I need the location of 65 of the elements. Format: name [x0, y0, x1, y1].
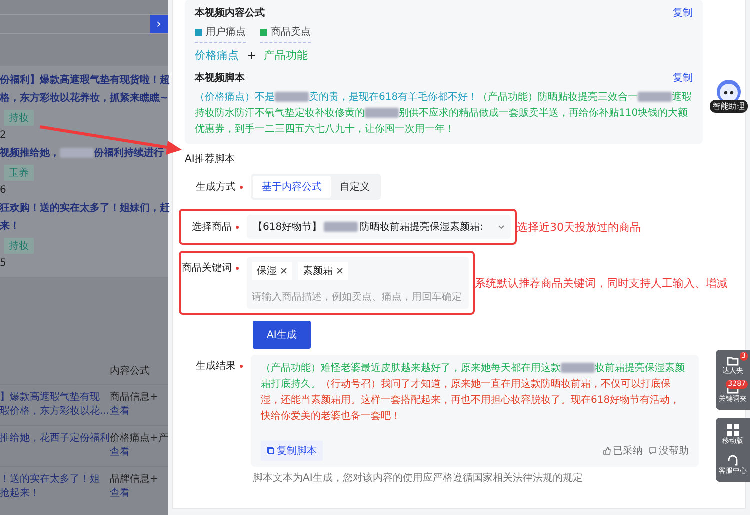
grid-icon [727, 424, 739, 436]
legend-swatch [260, 28, 267, 36]
legend-label: 商品卖点 [271, 26, 311, 39]
chevron-down-icon [498, 224, 505, 230]
formula-item: 价格痛点 [195, 48, 239, 63]
close-icon[interactable] [281, 268, 287, 274]
table-cell-text: ！送的实在太多了！姐 [0, 473, 101, 487]
tag: 持妆 [4, 110, 34, 126]
close-icon[interactable] [337, 268, 343, 274]
legend-swatch [195, 28, 202, 36]
expand-button[interactable]: › [150, 15, 168, 33]
annotation-note: 系统默认推荐商品关键词，同时支持人工输入、增减 [475, 276, 728, 290]
redaction-blur [324, 222, 358, 232]
video-title[interactable]: 来！ [0, 221, 20, 232]
mode-tab[interactable]: 基于内容公式 [253, 176, 331, 198]
unhelpful-button[interactable]: 没帮助 [643, 444, 689, 458]
copy-link[interactable]: 复制 [673, 6, 693, 20]
copy-link[interactable]: 复制 [673, 71, 693, 85]
field-label: 生成结果 [196, 360, 236, 373]
field-label: 商品关键词 [182, 262, 232, 275]
folder-icon [727, 356, 739, 366]
table-cell-text: 】爆款高遮瑕气垫有现 [0, 391, 101, 405]
adopted-button[interactable]: 已采纳 [597, 444, 643, 458]
table-cell-text: 价格痛点+产 [110, 432, 170, 446]
disclaimer-text: 脚本文本为AI生成，您对该内容的使用应严格遵循国家相关法律法规的规定 [253, 472, 584, 485]
view-link[interactable]: 查看 [110, 488, 130, 499]
video-title[interactable]: 份福利持续进行 [94, 148, 164, 159]
assistant-label[interactable]: 智能助理 [710, 100, 748, 113]
section-title: 本视频内容公式 [195, 6, 265, 20]
plus-sign: + [247, 49, 256, 62]
product-select[interactable]: 【618好物节】 防晒妆前霜提亮保湿素颜霜: [247, 215, 511, 239]
tag: 玉养 [4, 165, 34, 181]
copy-icon [267, 447, 275, 455]
table-cell: 瑕价格，东方彩妆以花... [0, 405, 110, 419]
section-title: 本视频脚本 [195, 72, 245, 85]
thumbs-up-icon [603, 447, 611, 455]
script-paragraph: （产品功能）难怪老婆最近皮肤越来越好了，原来她每天都在用这款 妆前霜提亮保湿素颜霜打底持久。（行动号召）我问了才知道，原来她一直在用这款防晒妆前霜，不仅可以打底保湿，还能当素颜霜用。这样一套搭配起来，再也不用担心妆容脱妆了。现在618好物节有活动，快给你爱美的老婆也备一套吧！ [261, 362, 686, 424]
keyword-tag: 素颜霜 [298, 262, 348, 280]
redaction-blur [60, 148, 94, 158]
column-header: 内容公式 [110, 364, 151, 378]
formula-item: 产品功能 [264, 48, 308, 63]
table-cell-text: 品牌信息+ [110, 473, 160, 487]
tag: 持妆 [4, 238, 34, 254]
generate-button[interactable]: AI生成 [253, 321, 311, 349]
keyword-tag: 保湿 [252, 262, 292, 280]
count-text: 2 [0, 130, 8, 141]
comment-icon [649, 447, 657, 455]
headset-icon [727, 454, 739, 466]
table-cell-text: 商品信息+ [110, 391, 160, 405]
table-cell-text: 抢起来！ [0, 487, 41, 501]
field-label: 选择商品 [192, 220, 232, 234]
annotation-note: 选择近30天投放过的商品 [517, 220, 641, 234]
legend-label: 用户痛点 [206, 26, 246, 39]
script-paragraph: （价格痛点）不是 卖的贵，是现在618有羊毛你都不好！（产品功能）防晒贴妆提亮三效合一 遮瑕持妆防水防汗不氧气垫定妆补妆修黄的 别供不应求的精品做成一套贩卖半送，再给你补贴110块钱的大额优惠券，到手一二三四五六七八九十，让你囤一次用一年！ [195, 90, 693, 137]
video-title[interactable]: 格，东方彩妆以花养妆，抓紧来瞧瞧~ [0, 93, 168, 104]
field-label: 生成方式 [196, 180, 236, 194]
video-title[interactable]: 视频推给她， [0, 148, 60, 159]
section-title: AI推荐脚本 [185, 152, 236, 166]
copy-script-button[interactable]: 复制脚本 [261, 441, 323, 461]
mode-tab[interactable]: 自定义 [331, 176, 379, 198]
count-text: 6 [0, 185, 8, 196]
count-text: 5 [0, 258, 8, 269]
table-cell: 推给她，花西子定份福利 [0, 432, 110, 446]
view-link[interactable]: 查看 [110, 447, 130, 458]
view-link[interactable]: 查看 [110, 406, 130, 417]
